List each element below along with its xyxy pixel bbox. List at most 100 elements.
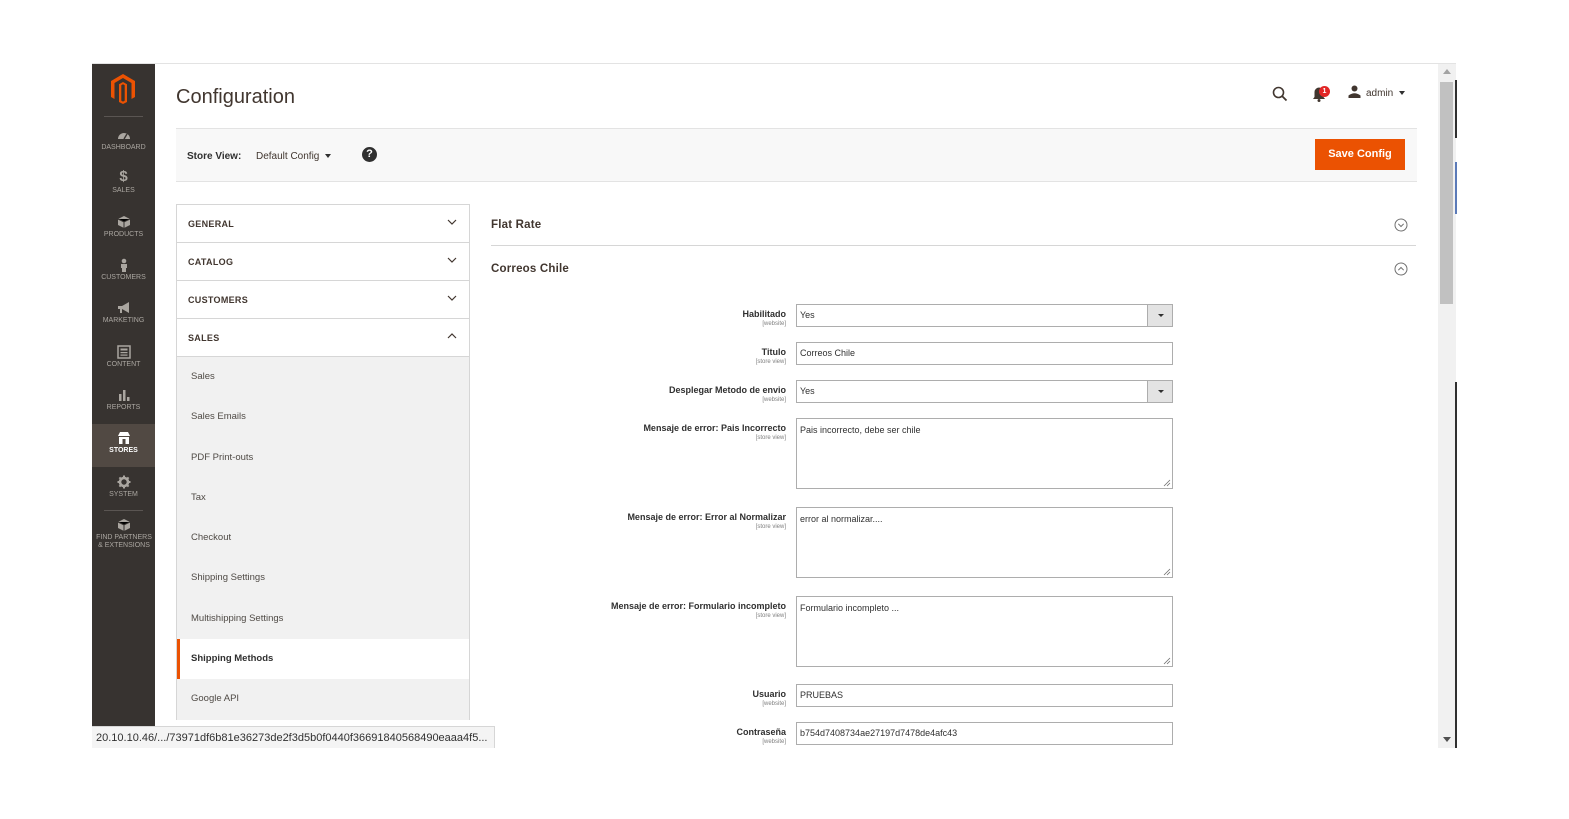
nav-customers[interactable]: CUSTOMERS [92, 254, 155, 297]
dashboard-icon [92, 124, 155, 144]
resize-grip-icon[interactable] [1163, 479, 1171, 487]
tab-catalog-label: CATALOG [188, 257, 234, 267]
subitem-sales-emails[interactable]: Sales Emails [177, 397, 469, 437]
admin-sidebar: DASHBOARD $ SALES PRODUCTS CUSTOMERS MAR… [92, 64, 155, 748]
page-title: Configuration [176, 86, 295, 108]
subitem-shipping-settings[interactable]: Shipping Settings [177, 558, 469, 598]
subitem-label: Sales Emails [191, 411, 246, 423]
section-flat-rate-title: Flat Rate [491, 219, 542, 231]
window-edge [1455, 162, 1457, 214]
nav-products-label: PRODUCTS [103, 231, 144, 238]
subitem-label: Checkout [191, 532, 232, 544]
subitem-label: Shipping Settings [191, 572, 265, 584]
store-view-value: Default Config [256, 151, 320, 162]
subitem-label: PDF Print-outs [191, 451, 254, 463]
habilitado-scope: [website] [762, 321, 786, 327]
config-tabs: GENERAL CATALOG CUSTOMERS SALES Sales Sa… [176, 204, 470, 720]
titulo-input[interactable]: Correos Chile [796, 342, 1173, 365]
desplegar-select[interactable]: Yes [796, 380, 1173, 403]
nav-stores[interactable]: STORES [92, 424, 155, 467]
err-formulario-value: Formulario incompleto ... [800, 603, 900, 613]
search-icon[interactable] [1271, 85, 1289, 103]
habilitado-value: Yes [800, 310, 815, 320]
desplegar-value: Yes [800, 386, 815, 396]
subitem-multishipping-settings[interactable]: Multishipping Settings [177, 599, 469, 639]
usuario-input[interactable]: PRUEBAS [796, 684, 1173, 707]
section-flat-rate[interactable]: Flat Rate [491, 204, 1416, 246]
resize-grip-icon[interactable] [1163, 568, 1171, 576]
subitem-shipping-methods[interactable]: Shipping Methods [177, 639, 469, 680]
nav-reports[interactable]: REPORTS [92, 384, 155, 427]
chevron-down-icon [447, 295, 457, 301]
nav-dashboard-label: DASHBOARD [101, 144, 146, 151]
tab-customers-label: CUSTOMERS [188, 295, 249, 305]
scroll-thumb[interactable] [1440, 82, 1453, 304]
subitem-label: Tax [191, 491, 206, 503]
habilitado-select[interactable]: Yes [796, 304, 1173, 327]
chevron-down-icon [447, 219, 457, 225]
err-pais-textarea[interactable]: Pais incorrecto, debe ser chile [796, 418, 1173, 489]
store-view-bar: Store View: Default Config ? Save Config [176, 128, 1417, 182]
nav-stores-label: STORES [109, 447, 138, 454]
tab-sales-label: SALES [188, 333, 220, 343]
scroll-down-icon[interactable] [1443, 737, 1451, 742]
gear-icon [92, 471, 155, 491]
bar-chart-icon [92, 384, 155, 404]
help-icon[interactable]: ? [362, 147, 377, 162]
store-view-switcher[interactable]: Default Config [256, 151, 332, 162]
tab-general[interactable]: GENERAL [176, 204, 470, 242]
contrasena-input[interactable]: b754d7408734ae27197d7478de4afc43 [796, 722, 1173, 745]
err-pais-scope: [store view] [755, 435, 786, 441]
err-normalizar-textarea[interactable]: error al normalizar.... [796, 507, 1173, 578]
user-name: admin [1366, 88, 1394, 99]
subitem-tax[interactable]: Tax [177, 478, 469, 518]
cube-icon [92, 211, 155, 231]
err-pais-value: Pais incorrecto, debe ser chile [800, 425, 921, 435]
err-normalizar-label: Mensaje de error: Error al Normalizar [627, 512, 786, 522]
desplegar-label: Desplegar Metodo de envio [668, 385, 786, 395]
tab-catalog[interactable]: CATALOG [176, 242, 470, 280]
err-formulario-textarea[interactable]: Formulario incompleto ... [796, 596, 1173, 667]
save-config-button[interactable]: Save Config [1315, 139, 1405, 170]
nav-marketing[interactable]: MARKETING [92, 297, 155, 340]
select-arrow-icon [1147, 381, 1172, 402]
subitem-label: Sales [191, 371, 215, 382]
subitem-sales[interactable]: Sales [177, 357, 469, 397]
nav-find-partners[interactable]: FIND PARTNERS & EXTENSIONS [92, 514, 155, 559]
resize-grip-icon[interactable] [1163, 657, 1171, 665]
subitem-label: Shipping Methods [191, 653, 274, 665]
sales-subitems: Sales Sales Emails PDF Print-outs Tax Ch… [176, 356, 470, 720]
nav-system[interactable]: SYSTEM [92, 471, 155, 514]
usuario-label: Usuario [752, 689, 786, 699]
nav-system-label: SYSTEM [109, 491, 138, 498]
nav-dashboard[interactable]: DASHBOARD [92, 124, 155, 167]
subitem-pdf-printouts[interactable]: PDF Print-outs [177, 438, 469, 478]
subitem-google-api[interactable]: Google API [177, 679, 469, 719]
tab-sales[interactable]: SALES [176, 318, 470, 356]
megaphone-icon [92, 297, 155, 317]
user-menu[interactable]: admin [1348, 85, 1406, 103]
select-arrow-icon [1147, 305, 1172, 326]
section-correos-chile[interactable]: Correos Chile [491, 248, 1416, 290]
store-view-label: Store View: [187, 151, 242, 162]
err-normalizar-scope: [store view] [755, 524, 786, 530]
habilitado-label: Habilitado [742, 309, 786, 319]
page-scrollbar[interactable] [1438, 64, 1456, 748]
logo-divider [104, 116, 143, 117]
admin-window: DASHBOARD $ SALES PRODUCTS CUSTOMERS MAR… [92, 63, 1456, 748]
chevron-down-icon [447, 257, 457, 263]
subitem-checkout[interactable]: Checkout [177, 518, 469, 558]
chevron-down-icon [1399, 91, 1406, 95]
content-icon [92, 341, 155, 361]
status-url-bar: 20.10.10.46/.../73971df6b81e36273de2f3d5… [92, 726, 495, 748]
scroll-up-icon[interactable] [1443, 69, 1451, 74]
nav-products[interactable]: PRODUCTS [92, 211, 155, 254]
notification-badge[interactable]: 1 [1319, 86, 1330, 97]
nav-sales[interactable]: $ SALES [92, 167, 155, 210]
tab-customers[interactable]: CUSTOMERS [176, 280, 470, 318]
magento-logo-icon[interactable] [106, 72, 140, 106]
nav-content[interactable]: CONTENT [92, 341, 155, 384]
titulo-scope: [store view] [755, 359, 786, 365]
person-icon [92, 254, 155, 274]
nav-find-partners-label: FIND PARTNERS & EXTENSIONS [96, 534, 152, 549]
